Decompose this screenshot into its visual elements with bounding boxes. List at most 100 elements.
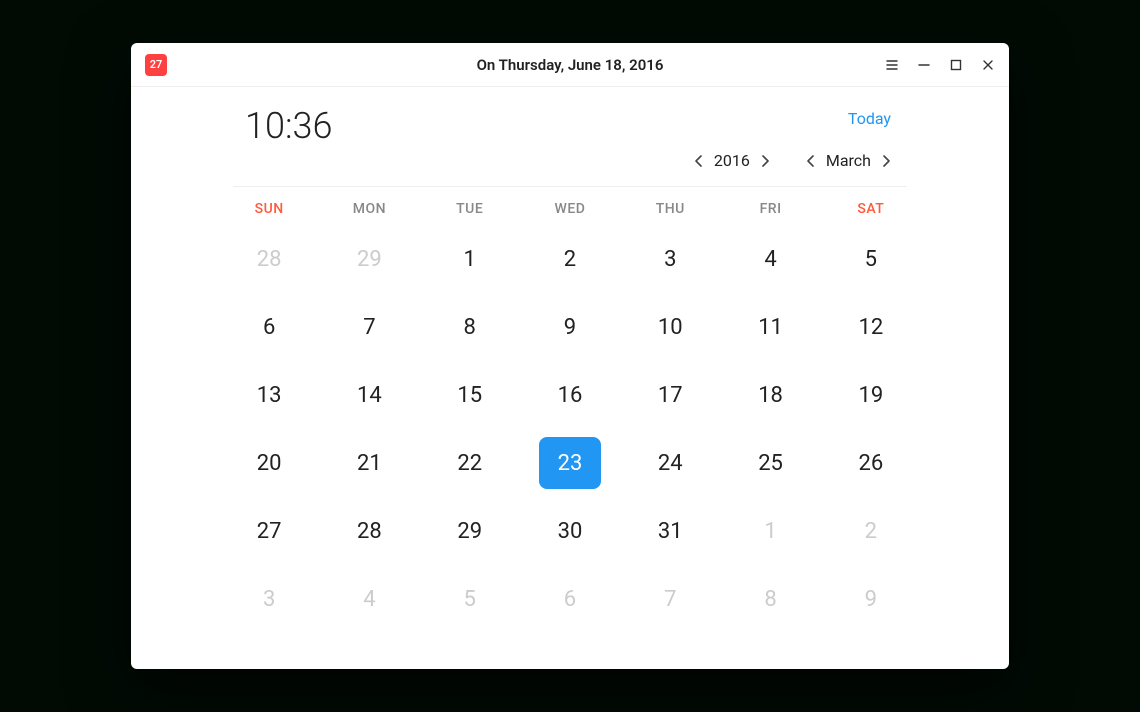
day-cell[interactable]: 20	[219, 429, 319, 497]
day-number: 9	[840, 573, 902, 625]
day-cell[interactable]: 11	[720, 293, 820, 361]
day-cell[interactable]: 10	[620, 293, 720, 361]
day-cell[interactable]: 27	[219, 497, 319, 565]
day-cell[interactable]: 5	[821, 225, 921, 293]
day-number: 9	[539, 301, 601, 353]
day-cell[interactable]: 17	[620, 361, 720, 429]
day-cell[interactable]: 28	[319, 497, 419, 565]
day-number: 28	[238, 233, 300, 285]
day-number: 14	[338, 369, 400, 421]
day-number: 23	[539, 437, 601, 489]
weekday-label: MON	[319, 201, 419, 217]
day-cell[interactable]: 30	[520, 497, 620, 565]
day-number: 6	[539, 573, 601, 625]
day-cell[interactable]: 7	[319, 293, 419, 361]
day-number: 1	[740, 505, 802, 557]
day-number: 24	[639, 437, 701, 489]
day-cell[interactable]: 7	[620, 565, 720, 633]
day-number: 16	[539, 369, 601, 421]
day-number: 6	[238, 301, 300, 353]
day-cell[interactable]: 5	[420, 565, 520, 633]
chevron-left-icon[interactable]	[692, 154, 706, 168]
day-cell[interactable]: 13	[219, 361, 319, 429]
day-cell[interactable]: 19	[821, 361, 921, 429]
day-cell[interactable]: 23	[520, 429, 620, 497]
week-row: 6789 10 11 12	[219, 293, 921, 361]
week-row: 13 14 15 16 17 18 19	[219, 361, 921, 429]
weekday-label: TUE	[420, 201, 520, 217]
day-cell[interactable]: 3	[219, 565, 319, 633]
week-row: 28 29 12345	[219, 225, 921, 293]
day-cell[interactable]: 6	[520, 565, 620, 633]
day-number: 29	[439, 505, 501, 557]
day-number: 1	[439, 233, 501, 285]
today-link[interactable]: Today	[848, 105, 921, 128]
day-number: 4	[740, 233, 802, 285]
day-cell[interactable]: 1	[420, 225, 520, 293]
clock-time: 10:36	[219, 105, 332, 147]
day-number: 19	[840, 369, 902, 421]
day-number: 25	[740, 437, 802, 489]
day-cell[interactable]: 4	[720, 225, 820, 293]
maximize-icon[interactable]	[949, 58, 963, 72]
day-cell[interactable]: 29	[319, 225, 419, 293]
app-icon: 27	[145, 54, 167, 76]
day-number: 2	[539, 233, 601, 285]
day-cell[interactable]: 31	[620, 497, 720, 565]
day-cell[interactable]: 4	[319, 565, 419, 633]
day-cell[interactable]: 18	[720, 361, 820, 429]
day-cell[interactable]: 14	[319, 361, 419, 429]
day-number: 20	[238, 437, 300, 489]
minimize-icon[interactable]	[917, 58, 931, 72]
day-cell[interactable]: 16	[520, 361, 620, 429]
menu-icon[interactable]	[885, 58, 899, 72]
close-icon[interactable]	[981, 58, 995, 72]
day-number: 11	[740, 301, 802, 353]
day-number: 4	[338, 573, 400, 625]
calendar-window: 27 On Thursday, June 18, 2016 10:36 Toda…	[131, 43, 1009, 669]
titlebar-left: 27	[145, 54, 167, 76]
day-number: 21	[338, 437, 400, 489]
year-label[interactable]: 2016	[714, 151, 750, 170]
day-cell[interactable]: 6	[219, 293, 319, 361]
day-cell[interactable]: 24	[620, 429, 720, 497]
day-cell[interactable]: 3	[620, 225, 720, 293]
day-number: 27	[238, 505, 300, 557]
day-cell[interactable]: 22	[420, 429, 520, 497]
day-number: 13	[238, 369, 300, 421]
day-cell[interactable]: 28	[219, 225, 319, 293]
day-cell[interactable]: 9	[520, 293, 620, 361]
day-cell[interactable]: 1	[720, 497, 820, 565]
day-cell[interactable]: 2	[821, 497, 921, 565]
chevron-left-icon[interactable]	[804, 154, 818, 168]
day-cell[interactable]: 29	[420, 497, 520, 565]
day-number: 5	[439, 573, 501, 625]
day-cell[interactable]: 12	[821, 293, 921, 361]
day-number: 5	[840, 233, 902, 285]
day-number: 26	[840, 437, 902, 489]
day-cell[interactable]: 2	[520, 225, 620, 293]
weekday-label: SAT	[821, 201, 921, 217]
weekday-label: WED	[520, 201, 620, 217]
day-number: 17	[639, 369, 701, 421]
day-cell[interactable]: 8	[420, 293, 520, 361]
titlebar: 27 On Thursday, June 18, 2016	[131, 43, 1009, 87]
chevron-right-icon[interactable]	[879, 154, 893, 168]
day-cell[interactable]: 21	[319, 429, 419, 497]
week-row: 20 21 22 23 24 25 26	[219, 429, 921, 497]
month-nav: March	[804, 151, 893, 170]
day-cell[interactable]: 8	[720, 565, 820, 633]
content: 10:36 Today 2016 March	[131, 87, 1009, 669]
day-number: 22	[439, 437, 501, 489]
day-number: 7	[338, 301, 400, 353]
day-number: 8	[439, 301, 501, 353]
day-number: 2	[840, 505, 902, 557]
day-cell[interactable]: 15	[420, 361, 520, 429]
day-number: 28	[338, 505, 400, 557]
day-cell[interactable]: 25	[720, 429, 820, 497]
day-cell[interactable]: 26	[821, 429, 921, 497]
day-cell[interactable]: 9	[821, 565, 921, 633]
month-label[interactable]: March	[826, 151, 871, 170]
chevron-right-icon[interactable]	[758, 154, 772, 168]
day-number: 15	[439, 369, 501, 421]
